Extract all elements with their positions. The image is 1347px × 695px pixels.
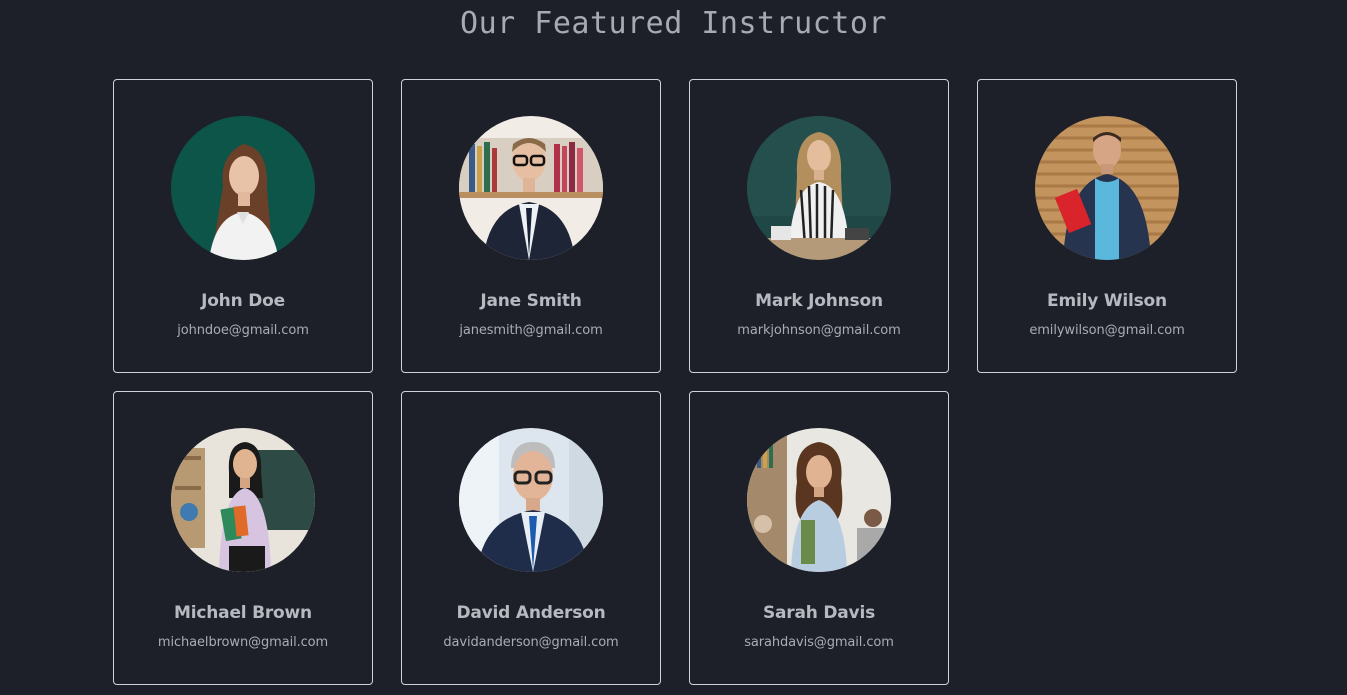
instructor-name: Jane Smith [480, 291, 582, 311]
instructor-name: Sarah Davis [762, 603, 875, 623]
instructor-name: Mark Johnson [755, 291, 883, 311]
instructor-email: michaelbrown@gmail.com [157, 635, 329, 650]
instructor-name: Michael Brown [174, 603, 312, 623]
instructor-email: sarahdavis@gmail.com [744, 635, 894, 650]
instructor-card[interactable]: John Doe johndoe@gmail.com [113, 79, 373, 373]
instructor-name: Emily Wilson [1047, 291, 1167, 311]
instructor-card[interactable]: David Anderson davidanderson@gmail.com [401, 391, 661, 685]
instructor-card[interactable]: Mark Johnson markjohnson@gmail.com [689, 79, 949, 373]
instructor-email: johndoe@gmail.com [177, 323, 309, 338]
instructor-email: davidanderson@gmail.com [443, 635, 619, 650]
instructor-email: janesmith@gmail.com [459, 323, 603, 338]
page-title: Our Featured Instructor [460, 6, 887, 41]
instructor-card[interactable]: Jane Smith janesmith@gmail.com [401, 79, 661, 373]
instructor-card[interactable]: Sarah Davis sarahdavis@gmail.com [689, 391, 949, 685]
instructor-photo-icon [459, 116, 603, 260]
instructor-photo-icon [171, 428, 315, 572]
instructor-email: emilywilson@gmail.com [1029, 323, 1185, 338]
instructor-email: markjohnson@gmail.com [737, 323, 901, 338]
instructor-photo-icon [747, 116, 891, 260]
instructor-name: John Doe [201, 291, 285, 311]
instructor-card[interactable]: Emily Wilson emilywilson@gmail.com [977, 79, 1237, 373]
instructor-photo-icon [747, 428, 891, 572]
instructor-grid: John Doe johndoe@gmail.com Jane Smith ja… [113, 79, 1237, 685]
instructor-photo-icon [171, 116, 315, 260]
instructor-name: David Anderson [456, 603, 606, 623]
instructor-photo-icon [1035, 116, 1179, 260]
instructor-card[interactable]: Michael Brown michaelbrown@gmail.com [113, 391, 373, 685]
instructor-photo-icon [459, 428, 603, 572]
